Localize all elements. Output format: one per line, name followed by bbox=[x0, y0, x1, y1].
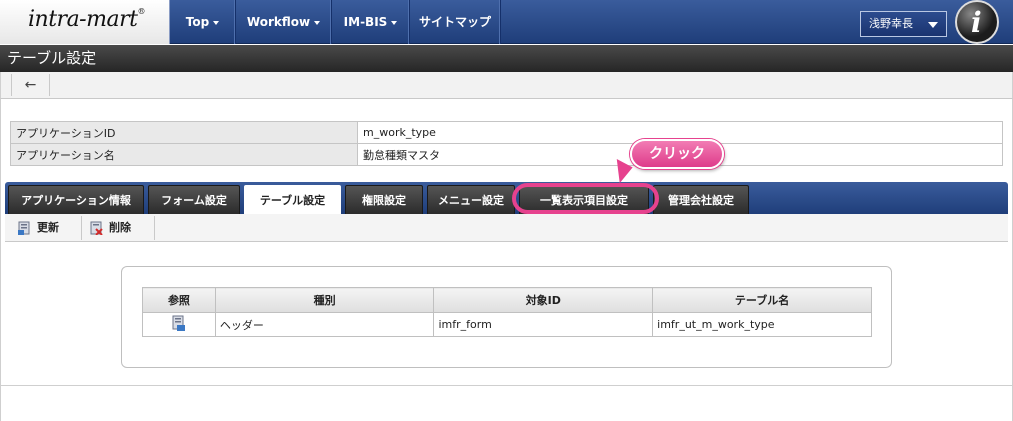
table-name-cell: imfr_ut_m_work_type bbox=[652, 312, 872, 337]
tab-app-info[interactable]: アプリケーション情報 bbox=[8, 185, 144, 214]
user-menu[interactable]: 浅野幸長 bbox=[860, 11, 947, 37]
ref-cell bbox=[142, 312, 216, 337]
delete-icon bbox=[90, 221, 103, 235]
logo-area[interactable]: intra-mart® bbox=[0, 0, 170, 44]
tab-form-settings[interactable]: フォーム設定 bbox=[148, 185, 240, 214]
page-title: テーブル設定 bbox=[7, 49, 97, 67]
logo: intra-mart® bbox=[28, 7, 145, 32]
nav-top[interactable]: Top bbox=[170, 0, 236, 44]
col-header-type: 種別 bbox=[214, 287, 435, 313]
tab-table-settings[interactable]: テーブル設定 bbox=[244, 185, 341, 214]
table-row: ヘッダー imfr_form imfr_ut_m_work_type bbox=[142, 312, 872, 337]
info-label: アプリケーションID bbox=[10, 121, 358, 144]
delete-label: 削除 bbox=[109, 221, 131, 234]
avatar[interactable]: i bbox=[955, 0, 999, 44]
divider bbox=[1, 385, 1012, 386]
avatar-glyph: i bbox=[971, 6, 982, 39]
nav-im-bis[interactable]: IM-BIS bbox=[332, 0, 410, 44]
tab-menu-settings[interactable]: メニュー設定 bbox=[427, 185, 515, 214]
caret-down-icon bbox=[314, 20, 321, 25]
tab-bar: アプリケーション情報 フォーム設定 テーブル設定 権限設定 メニュー設定 一覧表… bbox=[5, 182, 1008, 214]
click-callout: クリック bbox=[630, 139, 724, 169]
info-row: アプリケーションID m_work_type bbox=[10, 121, 1003, 144]
nav-im-bis-label: IM-BIS bbox=[343, 15, 388, 29]
caret-down-icon bbox=[928, 22, 938, 28]
table-list: 参照 種別 対象ID テーブル名 ヘッダー imfr_form imfr_ut_… bbox=[142, 287, 872, 337]
page-title-bar: テーブル設定 bbox=[0, 45, 1013, 72]
tab-permission-settings[interactable]: 権限設定 bbox=[345, 185, 423, 214]
col-header-target-id: 対象ID bbox=[433, 287, 654, 313]
caret-down-icon bbox=[213, 20, 220, 25]
app-info-table: アプリケーションID m_work_type アプリケーション名 勤怠種類マスタ bbox=[10, 121, 1003, 166]
top-navbar: intra-mart® Top Workflow IM-BIS サイトマップ 浅… bbox=[0, 0, 1013, 44]
back-button[interactable]: ← bbox=[11, 74, 50, 96]
nav-sitemap[interactable]: サイトマップ bbox=[410, 0, 501, 44]
type-cell: ヘッダー bbox=[214, 312, 435, 337]
user-name: 浅野幸長 bbox=[869, 17, 913, 30]
col-header-ref: 参照 bbox=[142, 287, 216, 313]
nav-sitemap-label: サイトマップ bbox=[418, 15, 491, 29]
reference-icon[interactable] bbox=[172, 315, 186, 331]
table-header-row: 参照 種別 対象ID テーブル名 bbox=[142, 287, 872, 313]
caret-down-icon bbox=[391, 20, 398, 25]
update-button[interactable]: 更新 bbox=[11, 216, 82, 240]
logo-mark: ® bbox=[137, 7, 145, 16]
tab-company-settings[interactable]: 管理会社設定 bbox=[653, 185, 749, 214]
nav-workflow[interactable]: Workflow bbox=[236, 0, 332, 44]
nav-workflow-label: Workflow bbox=[246, 15, 311, 29]
action-toolbar: 更新 削除 bbox=[5, 214, 1008, 242]
target-id-cell: imfr_form bbox=[433, 312, 654, 337]
delete-button[interactable]: 削除 bbox=[83, 216, 155, 240]
arrow-left-icon: ← bbox=[24, 77, 37, 93]
logo-text: intra-mart bbox=[28, 7, 138, 32]
info-label: アプリケーション名 bbox=[10, 143, 358, 166]
col-header-table-name: テーブル名 bbox=[652, 287, 872, 313]
update-icon bbox=[18, 221, 30, 235]
back-toolbar: ← bbox=[0, 72, 1013, 99]
nav-top-label: Top bbox=[185, 15, 210, 29]
update-label: 更新 bbox=[37, 221, 59, 234]
info-row: アプリケーション名 勤怠種類マスタ bbox=[10, 143, 1003, 166]
click-highlight-ring bbox=[512, 183, 659, 214]
callout-label: クリック bbox=[649, 146, 705, 162]
